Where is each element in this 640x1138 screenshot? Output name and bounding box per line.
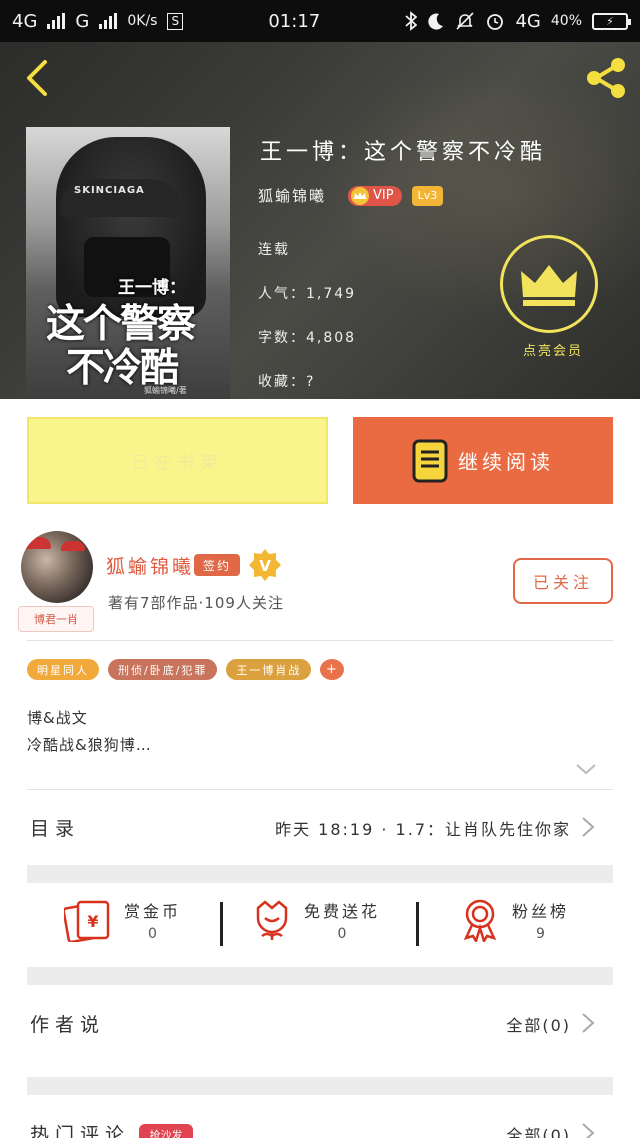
level-badge: Lv3 [411,185,444,206]
s-app-icon: S [167,12,184,30]
bluetooth-icon [405,11,418,31]
reward-label: 赏金币 [124,902,182,921]
grab-sofa-badge[interactable]: 抢沙发 [139,1124,193,1138]
avatar-tag: 博君一肖 [18,606,94,632]
latest-chapter[interactable]: 昨天 18:19 · 1.7：让肖队先住你家 [275,816,571,840]
continue-reading-label: 继续阅读 [458,450,554,474]
book-cover[interactable]: SKINCIAGA 王一博： 这个警察 不冷酷 狐蝓锦曦/著 [26,127,230,399]
flower-icon [256,900,288,940]
tag-chip[interactable]: 刑侦/卧底/犯罪 [108,659,218,680]
hot-comments-label: 热门评论 [30,1124,131,1138]
chevron-right-icon[interactable] [580,1122,596,1138]
author-says-label: 作者说 [30,1014,106,1036]
divider [27,640,613,641]
back-button[interactable] [18,58,54,98]
battery-percent: 40% [550,13,582,29]
verified-badge-icon: V [249,549,281,581]
book-popularity: 人气：1,749 [258,286,357,302]
section-gap [27,865,613,883]
intro-line: 博&战文 [27,709,88,727]
crown-icon [351,186,370,205]
clock: 01:17 [268,10,321,32]
cover-cap-text: SKINCIAGA [74,185,145,196]
share-icon[interactable] [582,54,630,102]
member-button[interactable] [500,235,598,333]
chevron-right-icon[interactable] [580,1012,596,1034]
net-speed: 0K/s [127,13,158,29]
section-gap [27,1077,613,1095]
reward-label: 免费送花 [304,902,381,921]
reward-label: 粉丝榜 [512,902,570,921]
author-says-all[interactable]: 全部(0) [506,1012,571,1036]
status-bar: 4G G 0K/s S 01:17 4G 40% ⚡ [0,0,640,42]
tag-chip[interactable]: 明星同人 [27,659,99,680]
member-label: 点亮会员 [522,344,583,359]
back-arrow-icon [27,60,47,96]
author-stats: 著有7部作品·109人关注 [108,594,284,612]
chevron-right-icon[interactable] [580,816,596,838]
continue-reading-button[interactable]: 继续阅读 [353,417,613,504]
alarm-icon [487,14,504,30]
separator [220,902,223,946]
book-header: SKINCIAGA 王一博： 这个警察 不冷酷 狐蝓锦曦/著 王一博：这个警察不… [0,42,640,399]
chevron-down-icon[interactable] [575,762,597,776]
signed-badge: 签约 [194,554,240,576]
svg-text:¥: ¥ [87,912,98,931]
reward-gold-button[interactable]: ¥ 赏金币 0 [64,898,181,950]
author-link[interactable]: 狐蝓锦曦 [258,185,326,206]
author-name[interactable]: 狐蝓锦曦 [106,552,194,579]
author-avatar[interactable] [21,531,93,603]
signal-icon-2 [99,13,118,29]
divider [27,789,613,790]
send-flower-button[interactable]: 免费送花 0 [252,898,380,950]
cover-byline: 狐蝓锦曦/著 [144,386,187,395]
crown-icon [521,265,577,306]
separator [416,902,419,946]
catalog-label[interactable]: 目录 [30,814,80,841]
book-status: 连载 [258,242,290,258]
book-word-count: 字数：4,808 [258,330,357,346]
battery-icon: ⚡ [592,12,631,30]
network-type-2: G [75,10,90,32]
book-icon [412,439,448,482]
tag-chip[interactable]: 王一博肖战 [226,659,312,680]
red-envelope-icon: ¥ [64,900,110,942]
follow-button[interactable]: 已关注 [513,558,613,604]
hot-comments-all[interactable]: 全部(0) [506,1122,571,1138]
network-type-3: 4G [515,10,541,32]
svg-text:V: V [259,557,271,575]
medal-icon [463,899,497,942]
fan-ranking-button[interactable]: 粉丝榜 9 [460,898,569,950]
book-title: 王一博：这个警察不冷酷 [260,140,547,165]
vip-badge: VIP [348,185,402,206]
add-tag-button[interactable]: + [320,659,345,680]
intro-line: 冷酷战&狼狗博… [27,736,152,754]
mute-bell-icon [456,12,475,30]
book-intro[interactable]: 博&战文 冷酷战&狼狗博… [27,705,152,759]
in-shelf-button[interactable]: 已在书架 [27,417,328,504]
reward-count: 0 [337,926,347,942]
tag-list: 明星同人 刑侦/卧底/犯罪 王一博肖战 + [27,659,345,680]
reward-count: 9 [536,926,545,942]
book-favorites: 收藏：? [258,374,316,390]
reward-count: 0 [148,926,157,942]
moon-icon [428,13,444,30]
network-type-1: 4G [12,10,38,32]
section-gap [27,967,613,985]
author-row: 狐蝓锦曦 VIP Lv3 [258,185,444,206]
signal-icon [47,13,66,29]
